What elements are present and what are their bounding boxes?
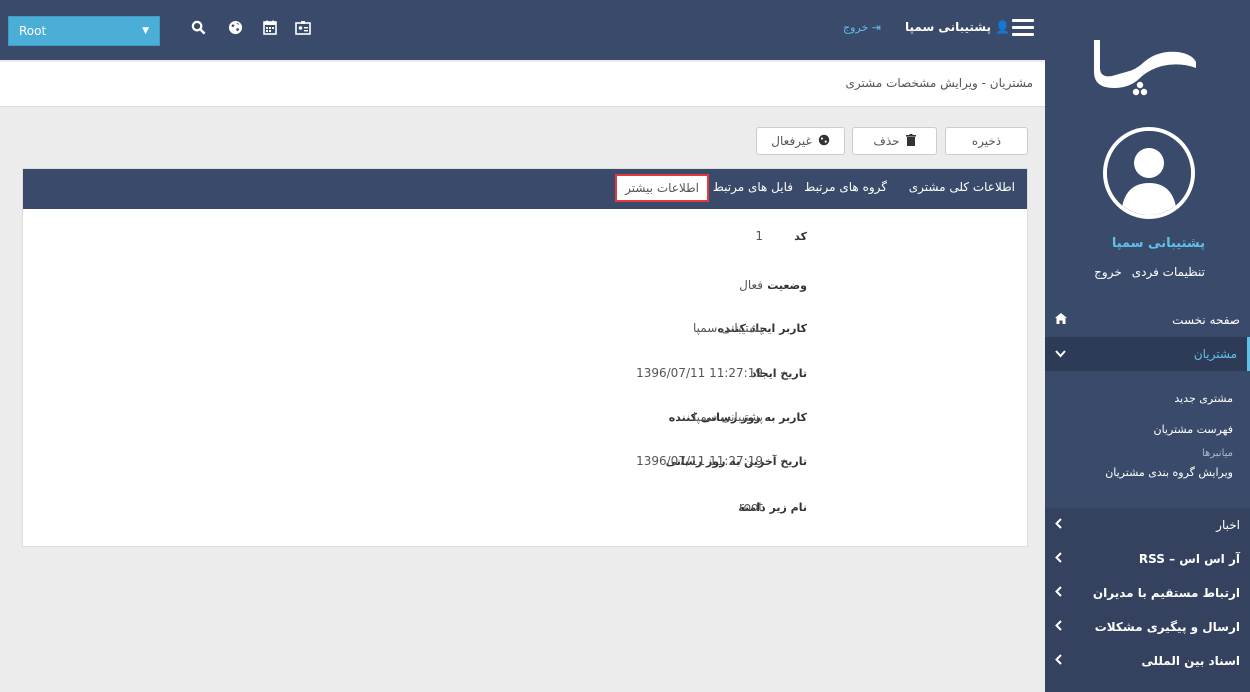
field-value-created-date: 11:27:19 1396/07/11 [636, 366, 763, 380]
brand-logo [1092, 28, 1202, 98]
user-icon: 👤 [995, 20, 1011, 34]
search-icon[interactable] [188, 20, 208, 39]
top-bar: Root ▼ ⇥ خروج 👤 پشتیبانی سمپا [0, 0, 1045, 60]
submenu-edit-customer-groups[interactable]: ویرایش گروه بندی مشتریان [1105, 466, 1233, 479]
sidebar-item-news[interactable]: اخبار [1045, 508, 1250, 542]
save-button[interactable]: ذخیره [945, 127, 1028, 155]
customers-submenu: مشتری جدید فهرست مشتریان میانبرها ویرایش… [1045, 372, 1250, 507]
calendar-icon[interactable] [260, 20, 280, 39]
field-label-status: وضعیت [767, 279, 807, 292]
sidebar-item-issue-tracking-label: ارسال و پیگیری مشکلات [1094, 620, 1240, 634]
breadcrumb: مشتریان - ویرایش مشخصات مشتری [845, 76, 1033, 90]
deactivate-button[interactable]: غیرفعال [756, 127, 845, 155]
sidebar-logout-link[interactable]: خروج [1094, 265, 1122, 279]
save-label: ذخیره [971, 134, 1002, 148]
field-value-subdomain: root [738, 500, 763, 514]
root-select[interactable]: Root ▼ [8, 16, 160, 46]
tab-bar: اطلاعات کلی مشتری گروه های مرتبط فایل ها… [23, 169, 1027, 209]
chevron-left-icon [1055, 654, 1062, 668]
submenu-shortcuts[interactable]: میانبرها [1202, 448, 1233, 459]
sidebar-item-manager-contact-label: ارتباط مستقیم با مدیران [1092, 586, 1240, 600]
sidebar-item-rss[interactable]: آر اس اس – RSS [1045, 542, 1250, 576]
field-value-code: 1 [755, 229, 763, 243]
submenu-new-customer[interactable]: مشتری جدید [1174, 392, 1233, 405]
sidebar-item-intl-documents[interactable]: اسناد بین المللی [1045, 644, 1250, 678]
chevron-left-icon [1055, 518, 1062, 532]
submenu-customer-list[interactable]: فهرست مشتریان [1154, 423, 1234, 436]
top-user-name[interactable]: 👤 پشتیبانی سمپا [905, 20, 1010, 34]
sidebar-item-customers-label: مشتریان [1193, 347, 1237, 361]
sidebar-item-rss-label: آر اس اس – RSS [1138, 552, 1240, 566]
globe-icon[interactable] [225, 20, 245, 39]
tab-general-info[interactable]: اطلاعات کلی مشتری [909, 180, 1015, 194]
top-logout-label: خروج [843, 21, 869, 34]
sidebar-item-home-label: صفحه نخست [1172, 313, 1240, 327]
field-value-updated-date: 11:27:19 1396/07/11 [636, 454, 763, 468]
chevron-left-icon [1055, 586, 1062, 600]
chevron-down-icon: ▼ [142, 26, 149, 36]
field-value-updater: پشتیبانی سمپا [693, 410, 763, 424]
sidebar: پشتیبانی سمپا تنظیمات فردی خروج صفحه نخس… [1045, 0, 1250, 692]
chevron-left-icon [1055, 552, 1062, 566]
home-icon [1055, 313, 1067, 327]
sidebar-item-manager-contact[interactable]: ارتباط مستقیم با مدیران [1045, 576, 1250, 610]
contact-card-icon[interactable] [293, 20, 313, 39]
tab-related-files[interactable]: فایل های مرتبط [713, 180, 793, 194]
breadcrumb-bar: مشتریان - ویرایش مشخصات مشتری [0, 62, 1045, 107]
delete-button[interactable]: حذف [852, 127, 937, 155]
sidebar-item-news-label: اخبار [1216, 518, 1240, 532]
avatar [1103, 127, 1195, 219]
field-value-status: فعال [739, 278, 763, 292]
personal-settings-link[interactable]: تنظیمات فردی [1132, 265, 1205, 279]
deactivate-label: غیرفعال [771, 134, 812, 148]
sidebar-user-links: تنظیمات فردی خروج [1094, 265, 1205, 279]
tab-more-info[interactable]: اطلاعات بیشتر [615, 174, 709, 202]
sidebar-item-home[interactable]: صفحه نخست [1045, 303, 1250, 337]
hamburger-menu-icon[interactable] [1012, 19, 1034, 37]
sidebar-menu-groups: اخبار آر اس اس – RSS ارتباط مستقیم با مد… [1045, 508, 1250, 692]
sidebar-item-customers[interactable]: مشتریان [1045, 337, 1250, 371]
customer-details-card: اطلاعات کلی مشتری گروه های مرتبط فایل ها… [22, 168, 1028, 547]
field-value-creator: پشتیبانی سمپا [693, 321, 763, 335]
trash-icon [905, 133, 916, 149]
logout-icon: ⇥ [871, 21, 882, 34]
globe-icon [818, 134, 830, 149]
top-user-label: پشتیبانی سمپا [905, 20, 991, 34]
delete-label: حذف [873, 134, 900, 148]
chevron-left-icon [1055, 620, 1062, 634]
field-label-code: کد [794, 230, 807, 243]
top-logout-link[interactable]: ⇥ خروج [843, 21, 881, 34]
sidebar-item-intl-documents-label: اسناد بین المللی [1141, 654, 1240, 668]
sidebar-item-issue-tracking[interactable]: ارسال و پیگیری مشکلات [1045, 610, 1250, 644]
chevron-down-icon [1055, 347, 1066, 361]
tab-related-groups[interactable]: گروه های مرتبط [804, 180, 887, 194]
sidebar-user-name[interactable]: پشتیبانی سمپا [1112, 236, 1205, 251]
root-select-value: Root [19, 24, 47, 38]
